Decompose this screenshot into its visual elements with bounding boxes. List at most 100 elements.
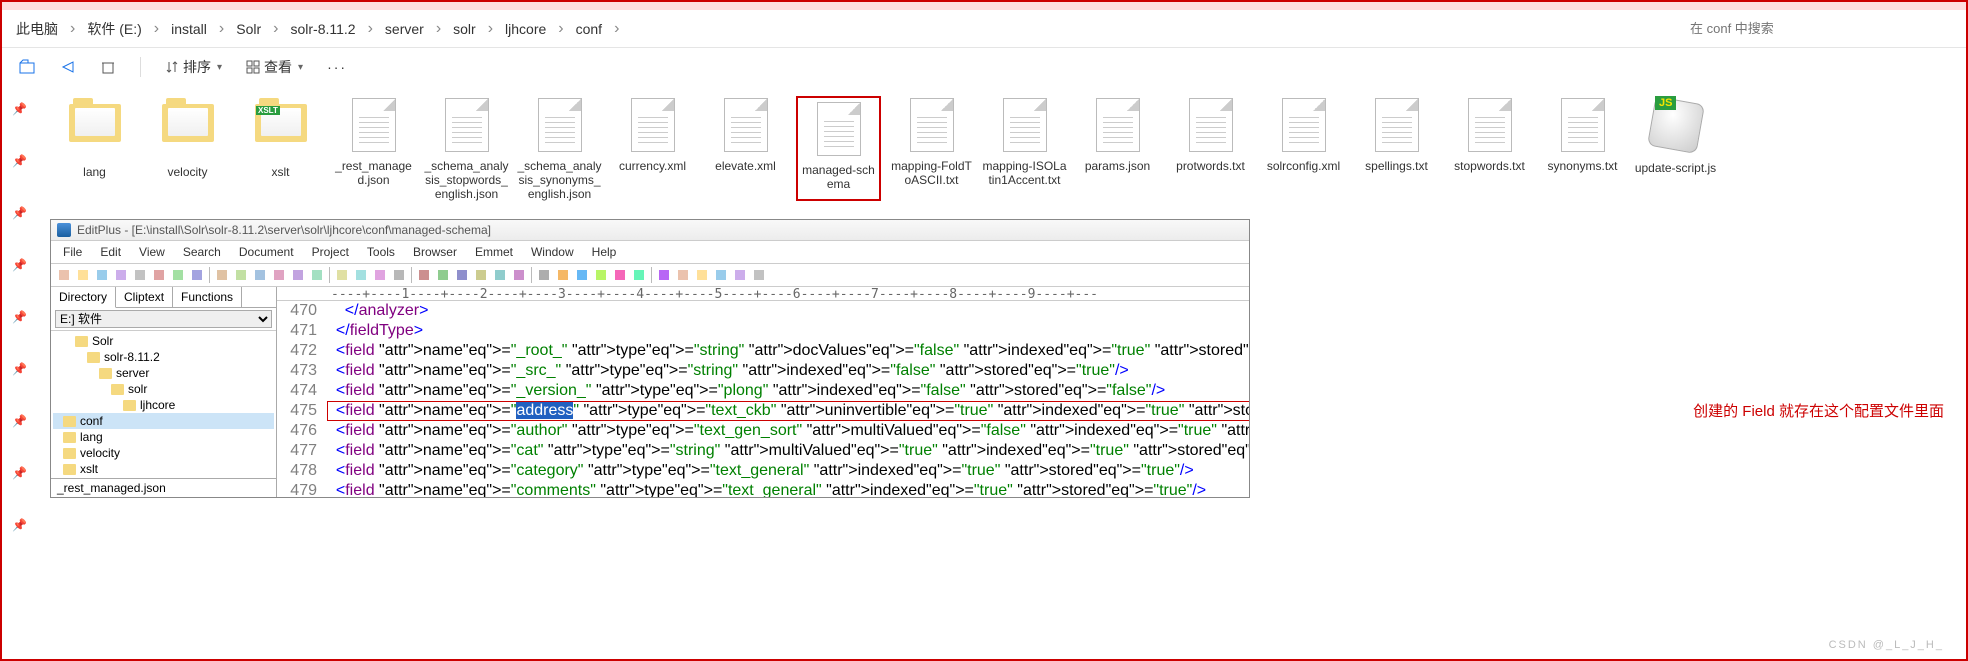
pin-icon[interactable]: 📌 [12,310,27,324]
toolbar-icon[interactable] [150,266,168,284]
code-line[interactable]: 473 <field "attr">name"eq">="_src_" "att… [277,361,1249,381]
menu-window[interactable]: Window [523,243,582,261]
toolbar-icon[interactable] [674,266,692,284]
tree-item[interactable]: ljhcore [53,397,274,413]
code-text[interactable]: <field "attr">name"eq">="_root_" "attr">… [327,341,1249,361]
breadcrumb-item[interactable]: 软件 (E:) [81,19,147,39]
menu-browser[interactable]: Browser [405,243,465,261]
toolbar-icon[interactable] [112,266,130,284]
toolbar-icon[interactable] [573,266,591,284]
pin-icon[interactable]: 📌 [12,258,27,272]
breadcrumb-item[interactable]: install [165,21,213,37]
toolbar-icon[interactable] [592,266,610,284]
code-line[interactable]: 472 <field "attr">name"eq">="_root_" "at… [277,341,1249,361]
tree-item[interactable]: conf [53,413,274,429]
toolbar-icon[interactable] [712,266,730,284]
file-item[interactable]: synonyms.txt [1540,96,1625,201]
drive-selector[interactable]: E:] 软件 [51,308,276,331]
toolbar-icon[interactable] [510,266,528,284]
code-lines[interactable]: 470 </analyzer>471 </fieldType>472 <fiel… [277,301,1249,497]
toolbar-icon[interactable] [491,266,509,284]
side-tab-cliptext[interactable]: Cliptext [116,287,173,307]
code-line[interactable]: 477 <field "attr">name"eq">="cat" "attr"… [277,441,1249,461]
toolbar-icon[interactable] [472,266,490,284]
file-item[interactable]: JSupdate-script.js [1633,96,1718,201]
toolbar-icon[interactable] [693,266,711,284]
file-item[interactable]: mapping-FoldToASCII.txt [889,96,974,201]
file-item[interactable]: _schema_analysis_synonyms_english.json [517,96,602,201]
search-box[interactable] [1678,17,1958,40]
editor-titlebar[interactable]: EditPlus - [E:\install\Solr\solr-8.11.2\… [51,220,1249,241]
toolbar-icon[interactable] [131,266,149,284]
menu-tools[interactable]: Tools [359,243,403,261]
side-tab-functions[interactable]: Functions [173,287,242,307]
menu-search[interactable]: Search [175,243,229,261]
code-text[interactable]: </analyzer> [327,301,1249,321]
toolbar-icon[interactable] [655,266,673,284]
pin-icon[interactable]: 📌 [12,102,27,116]
breadcrumb-item[interactable]: ljhcore [499,21,552,37]
file-item[interactable]: managed-schema [796,96,881,201]
new-folder-icon[interactable] [14,54,40,80]
code-line[interactable]: 470 </analyzer> [277,301,1249,321]
toolbar-icon[interactable] [213,266,231,284]
file-item[interactable]: _schema_analysis_stopwords_english.json [424,96,509,201]
code-line[interactable]: 471 </fieldType> [277,321,1249,341]
pin-icon[interactable]: 📌 [12,206,27,220]
tree-item[interactable]: solr-8.11.2 [53,349,274,365]
code-text[interactable]: <field "attr">name"eq">="_src_" "attr">t… [327,361,1249,381]
side-tab-directory[interactable]: Directory [51,287,116,308]
view-button[interactable]: 查看▾ [242,53,307,81]
breadcrumb-item[interactable]: Solr [230,21,267,37]
code-text[interactable]: <field "attr">name"eq">="comments" "attr… [327,481,1249,497]
pin-icon[interactable]: 📌 [12,154,27,168]
code-line[interactable]: 474 <field "attr">name"eq">="_version_" … [277,381,1249,401]
toolbar-icon[interactable] [93,266,111,284]
tree-item[interactable]: xslt [53,461,274,477]
filename-row[interactable]: _rest_managed.json [51,478,276,497]
menu-edit[interactable]: Edit [92,243,129,261]
file-item[interactable]: _rest_managed.json [331,96,416,201]
toolbar-icon[interactable] [251,266,269,284]
pin-icon[interactable]: 📌 [12,466,27,480]
menu-project[interactable]: Project [304,243,357,261]
toolbar-icon[interactable] [750,266,768,284]
tree-item[interactable]: lang [53,429,274,445]
menu-help[interactable]: Help [584,243,625,261]
toolbar-icon[interactable] [535,266,553,284]
toolbar-icon[interactable] [731,266,749,284]
share-icon[interactable] [56,55,80,79]
breadcrumb-item[interactable]: server [379,21,430,37]
breadcrumb-item[interactable]: solr [447,21,482,37]
toolbar-icon[interactable] [453,266,471,284]
pin-icon[interactable]: 📌 [12,362,27,376]
toolbar-icon[interactable] [188,266,206,284]
more-icon[interactable]: ··· [323,55,351,79]
toolbar-icon[interactable] [415,266,433,284]
code-line[interactable]: 476 <field "attr">name"eq">="author" "at… [277,421,1249,441]
file-item[interactable]: solrconfig.xml [1261,96,1346,201]
toolbar-icon[interactable] [554,266,572,284]
file-item[interactable]: params.json [1075,96,1160,201]
toolbar-icon[interactable] [434,266,452,284]
code-line[interactable]: 479 <field "attr">name"eq">="comments" "… [277,481,1249,497]
file-item[interactable]: lang [52,96,137,201]
code-text[interactable]: </fieldType> [327,321,1249,341]
file-item[interactable]: mapping-ISOLatin1Accent.txt [982,96,1067,201]
file-item[interactable]: stopwords.txt [1447,96,1532,201]
file-item[interactable]: protwords.txt [1168,96,1253,201]
file-item[interactable]: elevate.xml [703,96,788,201]
breadcrumb-item[interactable]: 此电脑 [10,19,64,39]
menu-document[interactable]: Document [231,243,302,261]
breadcrumb-item[interactable]: conf [570,21,608,37]
code-text[interactable]: <field "attr">name"eq">="_version_" "att… [327,381,1249,401]
breadcrumb-item[interactable]: solr-8.11.2 [284,21,361,37]
code-line[interactable]: 475 <field "attr">name"eq">="address" "a… [277,401,1249,421]
toolbar-icon[interactable] [308,266,326,284]
toolbar-icon[interactable] [289,266,307,284]
file-item[interactable]: XSLTxslt [238,96,323,201]
toolbar-icon[interactable] [630,266,648,284]
code-text[interactable]: <field "attr">name"eq">="address" "attr"… [327,401,1249,421]
drive-select[interactable]: E:] 软件 [55,310,272,328]
toolbar-icon[interactable] [55,266,73,284]
